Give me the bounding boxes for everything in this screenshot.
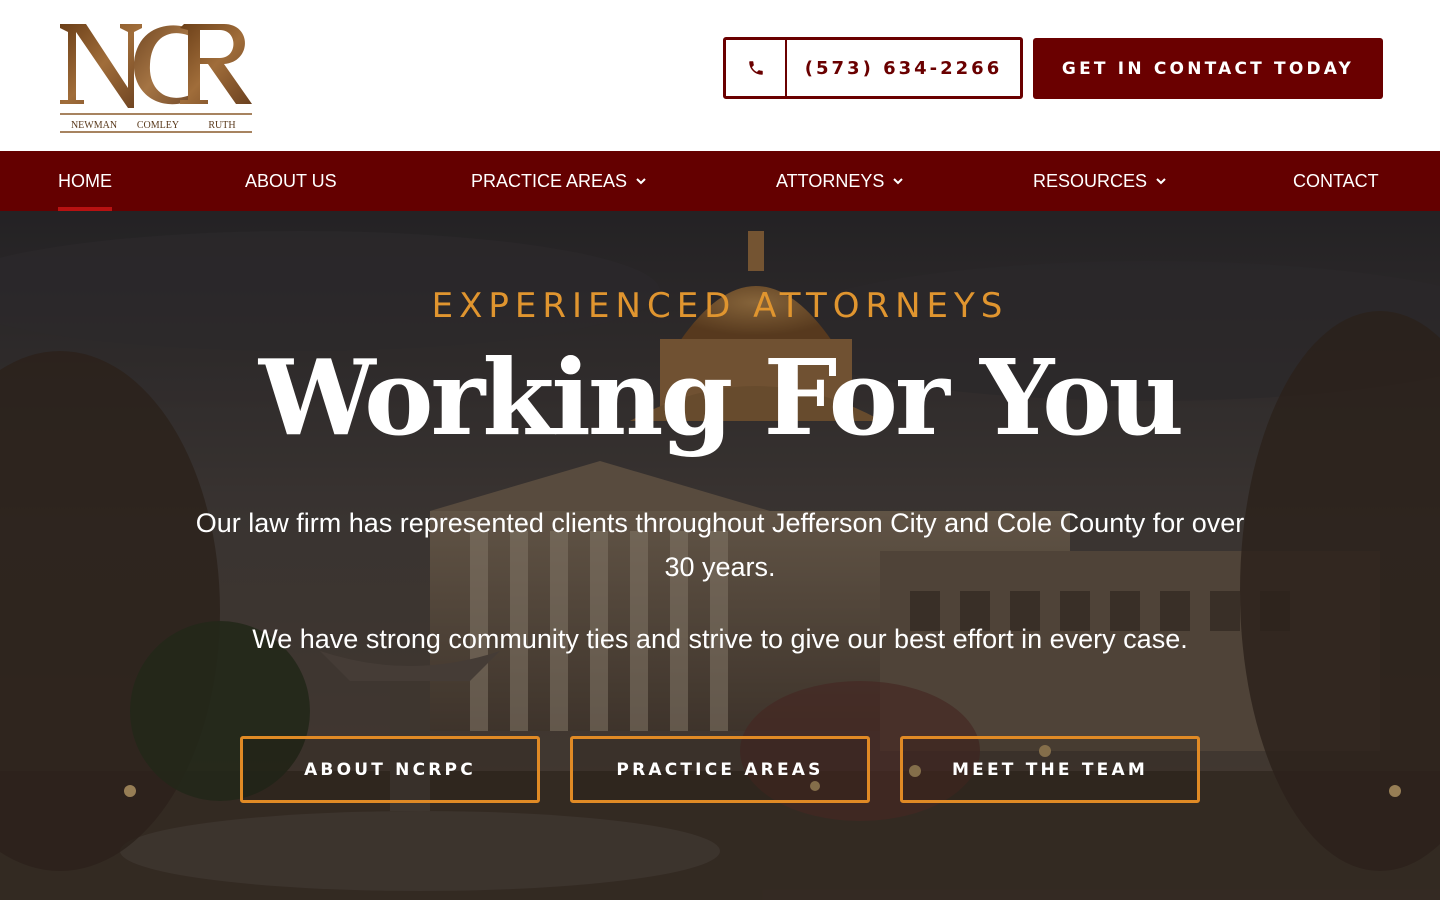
nav-item-label: ATTORNEYS bbox=[776, 170, 885, 191]
about-ncrpc-button[interactable]: ABOUT NCRPC bbox=[240, 736, 540, 803]
nav-item-label: PRACTICE AREAS bbox=[471, 170, 628, 191]
nav-item-label: CONTACT bbox=[1293, 170, 1379, 191]
site-header: NEWMAN COMLEY RUTH (573) 634-2266 GET IN… bbox=[0, 0, 1440, 151]
logo-name-newman: NEWMAN bbox=[71, 120, 117, 131]
nav-item-label: RESOURCES bbox=[1033, 170, 1148, 191]
phone-call-button[interactable]: (573) 634-2266 bbox=[723, 37, 1023, 99]
phone-icon-box bbox=[726, 40, 787, 96]
main-nav: HOME ABOUT US PRACTICE AREAS ATTORNEYS R… bbox=[0, 151, 1440, 211]
ncr-logo[interactable]: NEWMAN COMLEY RUTH bbox=[56, 18, 256, 138]
logo-name-comley: COMLEY bbox=[137, 120, 179, 131]
nav-item-contact[interactable]: CONTACT bbox=[1293, 151, 1379, 211]
get-in-contact-button[interactable]: GET IN CONTACT TODAY bbox=[1033, 38, 1383, 99]
nav-item-resources[interactable]: RESOURCES bbox=[1033, 151, 1167, 211]
hero-section: EXPERIENCED ATTORNEYS Working For You Ou… bbox=[0, 211, 1440, 900]
nav-item-attorneys[interactable]: ATTORNEYS bbox=[776, 151, 904, 211]
meet-the-team-button[interactable]: MEET THE TEAM bbox=[900, 736, 1200, 803]
ncr-logo-mark: NEWMAN COMLEY RUTH bbox=[60, 24, 252, 133]
hero-paragraph-2: We have strong community ties and strive… bbox=[252, 624, 1188, 654]
nav-item-label: HOME bbox=[58, 170, 112, 191]
phone-number: (573) 634-2266 bbox=[804, 57, 1003, 79]
nav-item-label: ABOUT US bbox=[245, 170, 337, 191]
nav-item-home[interactable]: HOME bbox=[58, 151, 112, 211]
chevron-down-icon bbox=[892, 175, 904, 187]
chevron-down-icon bbox=[1155, 175, 1167, 187]
nav-item-practice-areas[interactable]: PRACTICE AREAS bbox=[471, 151, 647, 211]
hero-paragraph-1: Our law firm has represented clients thr… bbox=[195, 508, 1245, 582]
nav-item-about-us[interactable]: ABOUT US bbox=[245, 151, 337, 211]
practice-areas-button[interactable]: PRACTICE AREAS bbox=[570, 736, 870, 803]
hero-headline: Working For You bbox=[258, 336, 1184, 459]
hero-eyebrow: EXPERIENCED ATTORNEYS bbox=[431, 286, 1009, 326]
phone-icon bbox=[748, 61, 763, 75]
logo-name-ruth: RUTH bbox=[208, 120, 235, 131]
chevron-down-icon bbox=[635, 175, 647, 187]
